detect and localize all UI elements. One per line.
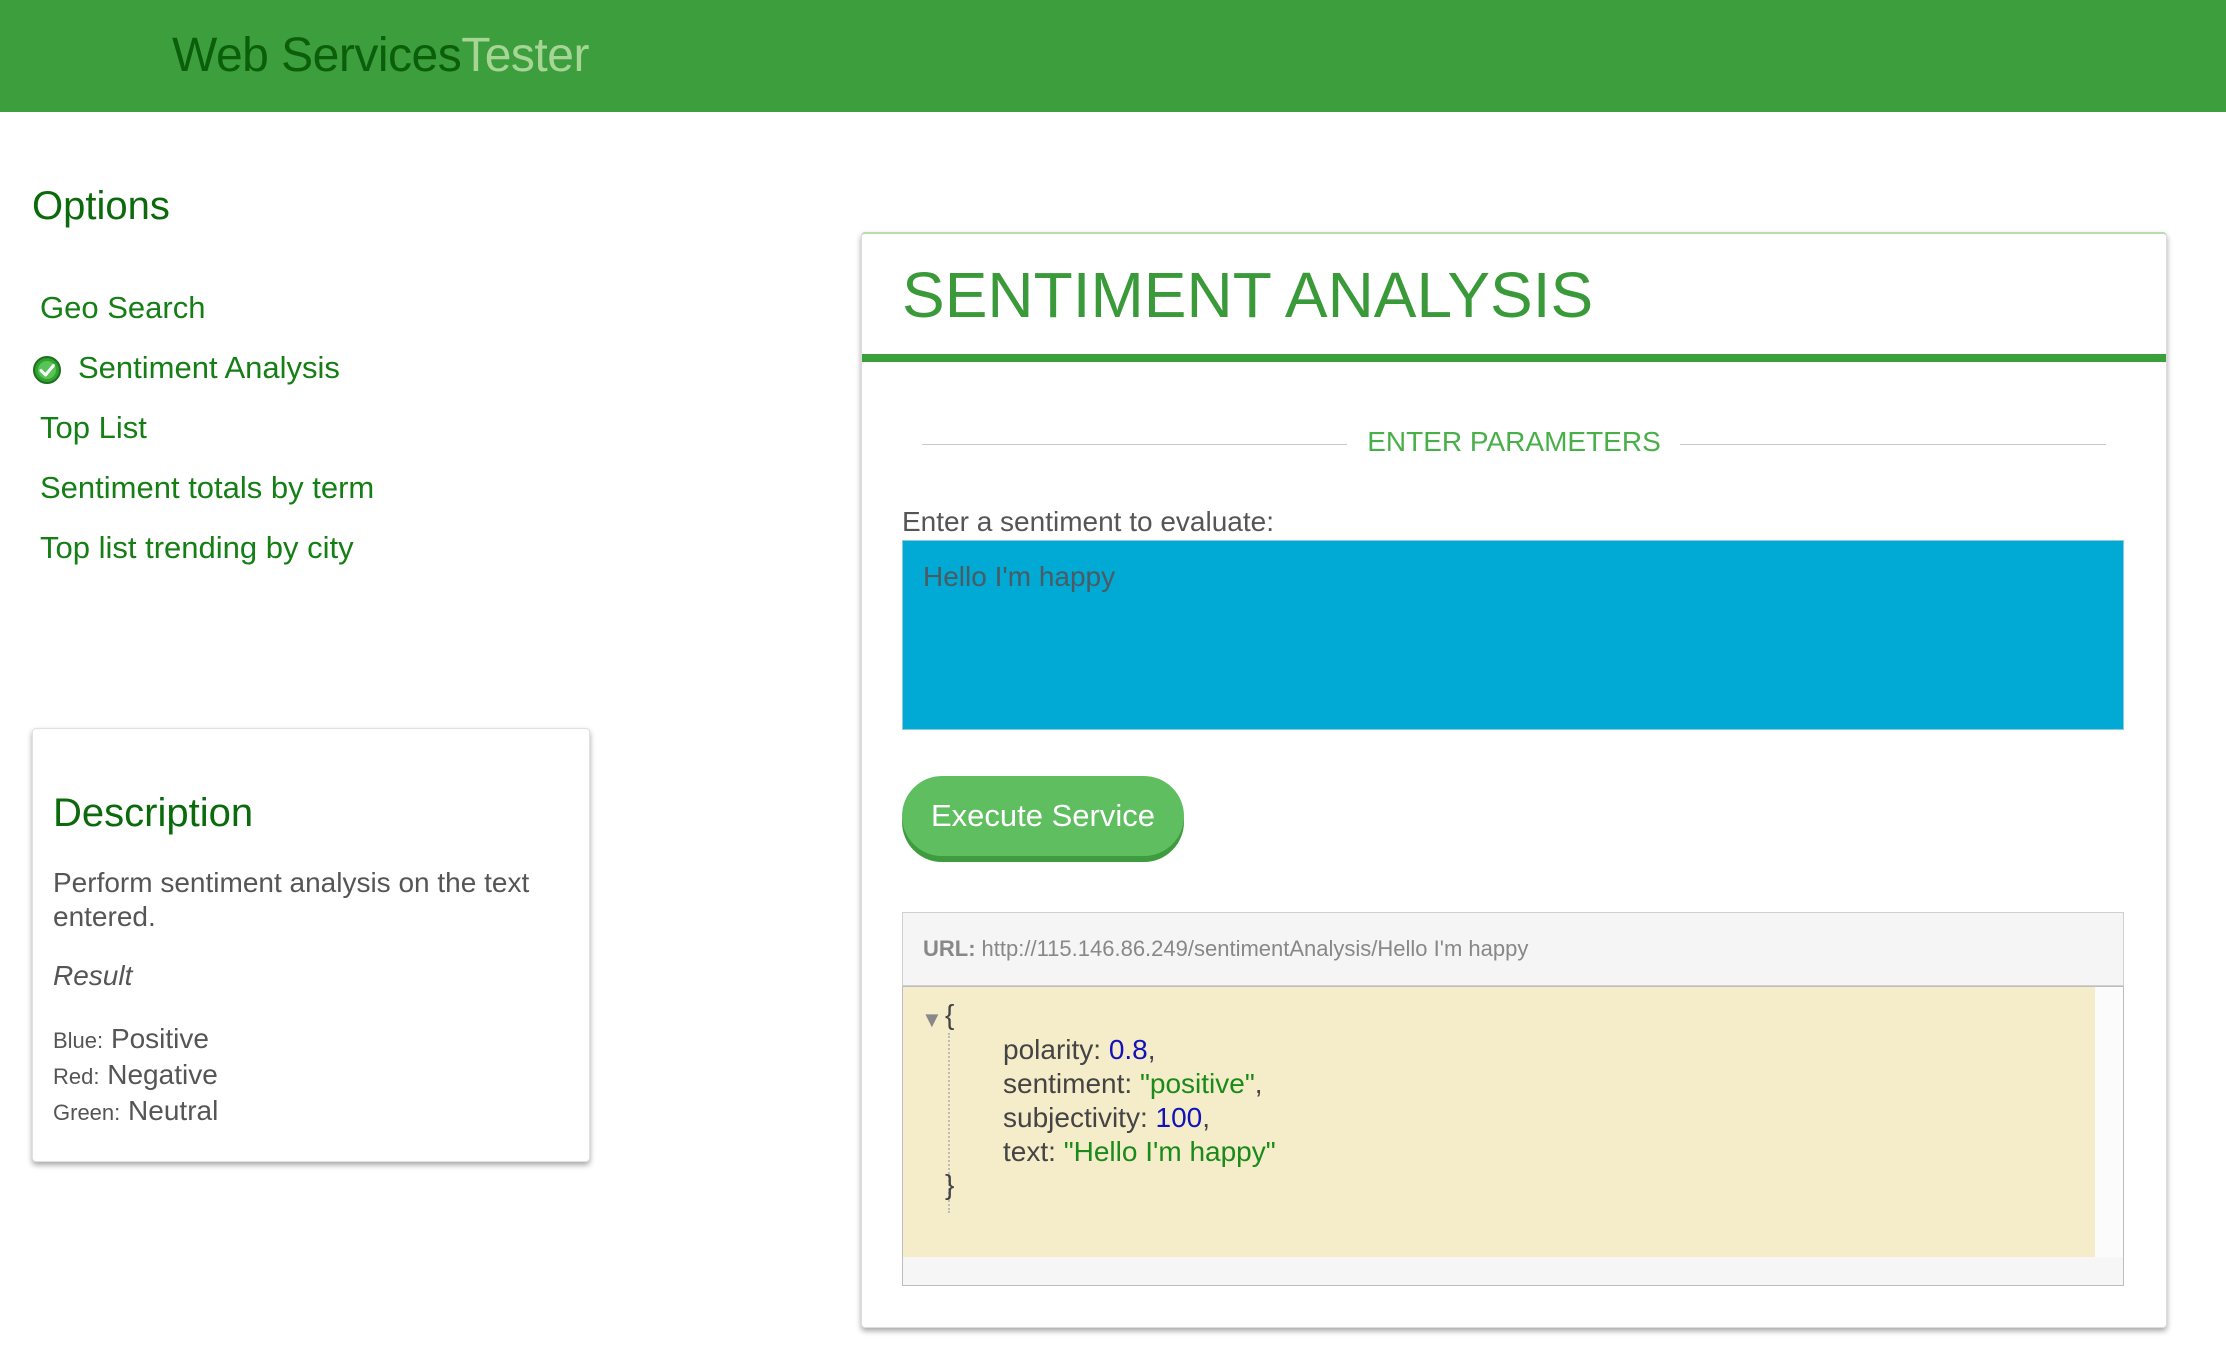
brand-part-2: Tester (461, 29, 589, 82)
json-line-polarity: polarity: 0.8, (1003, 1033, 1276, 1067)
nav-item-label: Sentiment Analysis (78, 350, 340, 385)
nav-item-label: Sentiment totals by term (40, 470, 375, 505)
section-label: ENTER PARAMETERS (1367, 426, 1661, 457)
sentiment-input-label: Enter a sentiment to evaluate: (902, 506, 1274, 537)
json-comma: , (1254, 1068, 1263, 1099)
nav-item-label: Top List (40, 410, 147, 445)
json-value: "Hello I'm happy" (1063, 1136, 1276, 1167)
check-circle-icon (32, 350, 62, 386)
json-line-text: text: "Hello I'm happy" (1003, 1135, 1276, 1169)
nav-item-sentiment-analysis[interactable]: Sentiment Analysis (32, 338, 374, 398)
json-comma: , (1147, 1034, 1156, 1065)
legend-key: Blue: (53, 1028, 104, 1053)
url-value: http://115.146.86.249/sentimentAnalysis/… (981, 936, 1529, 961)
json-key: polarity: (1003, 1034, 1102, 1065)
description-text: Perform sentiment analysis on the text e… (53, 867, 530, 932)
result-label: Result (53, 960, 133, 991)
json-key: text: (1003, 1136, 1056, 1167)
json-value: 0.8 (1108, 1034, 1148, 1065)
nav-item-label: Geo Search (40, 290, 206, 325)
nav-item-top-list-trending-by-city[interactable]: Top list trending by city (32, 518, 374, 578)
json-line-sentiment: sentiment: "positive", (1003, 1067, 1276, 1101)
url-bar: URL: http://115.146.86.249/sentimentAnal… (902, 912, 2124, 986)
json-close-brace: } (945, 1169, 955, 1200)
service-card: SENTIMENT ANALYSIS ENTER PARAMETERS Ente… (861, 232, 2167, 1328)
nav-item-label: Top list trending by city (40, 530, 354, 565)
json-value: 100 (1155, 1102, 1203, 1133)
brand-part-1: Web Services (172, 29, 462, 82)
vertical-scrollbar[interactable] (2095, 987, 2123, 1257)
nav-item-geo-search[interactable]: Geo Search (32, 278, 374, 338)
description-title: Description (53, 791, 254, 835)
nav-item-sentiment-totals-by-term[interactable]: Sentiment totals by term (32, 458, 374, 518)
execute-service-button[interactable]: Execute Service (902, 776, 1184, 856)
result-legend: Blue: Positive Red: Negative Green: Neut… (53, 1022, 569, 1130)
legend-value: Negative (107, 1059, 218, 1090)
horizontal-scrollbar[interactable] (903, 1257, 2123, 1285)
legend-key: Red: (53, 1064, 100, 1089)
options-title: Options (32, 184, 170, 228)
json-open-brace: { (945, 999, 955, 1030)
title-divider (862, 354, 2166, 362)
json-key: subjectivity: (1003, 1102, 1148, 1133)
sentiment-input[interactable]: Hello I'm happy (902, 540, 2124, 730)
legend-item-red: Red: Negative (53, 1058, 569, 1094)
json-viewer: ▼ { polarity: 0.8, sentiment: "positive"… (903, 987, 2095, 1257)
legend-value: Positive (110, 1023, 209, 1054)
url-label: URL: (923, 936, 976, 961)
json-output: ▼ { polarity: 0.8, sentiment: "positive"… (902, 986, 2124, 1286)
json-key: sentiment: (1003, 1068, 1133, 1099)
legend-item-green: Green: Neutral (53, 1094, 569, 1130)
legend-value: Neutral (128, 1095, 219, 1126)
json-value: "positive" (1139, 1068, 1255, 1099)
json-comma: , (1202, 1102, 1210, 1133)
json-lines: polarity: 0.8, sentiment: "positive", su… (1003, 1033, 1276, 1169)
service-title: SENTIMENT ANALYSIS (902, 259, 1594, 331)
collapse-triangle-icon[interactable]: ▼ (921, 1007, 943, 1033)
json-line-subjectivity: subjectivity: 100, (1003, 1101, 1276, 1135)
options-nav: Geo Search Sentiment Analysis Top List S… (32, 278, 374, 578)
brand-logo[interactable]: Web ServicesTester (172, 24, 589, 88)
app-header: Web ServicesTester (0, 0, 2226, 112)
legend-key: Green: (53, 1100, 121, 1125)
nav-item-top-list[interactable]: Top List (32, 398, 374, 458)
description-card: Description Perform sentiment analysis o… (32, 728, 590, 1162)
legend-item-blue: Blue: Positive (53, 1022, 569, 1058)
